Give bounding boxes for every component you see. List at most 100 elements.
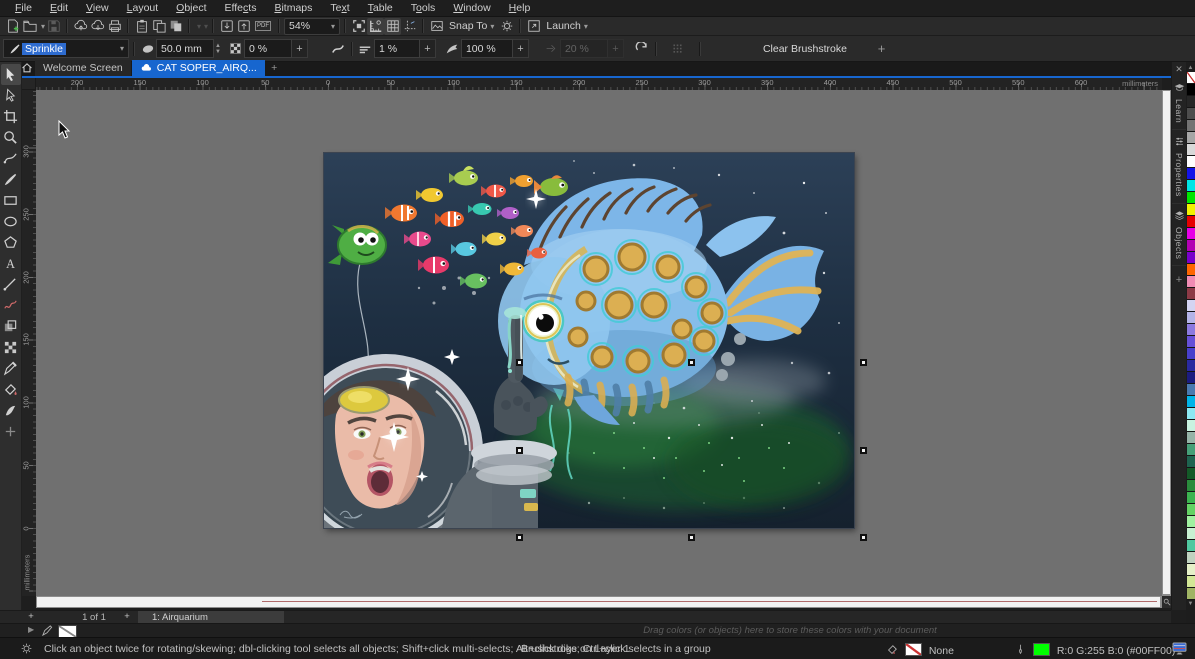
pick-tool[interactable] bbox=[1, 64, 21, 85]
horizontal-scrollbar[interactable] bbox=[36, 596, 1162, 608]
open-from-cloud-icon[interactable] bbox=[72, 18, 89, 35]
publish-to-pdf-icon[interactable]: PDF bbox=[252, 18, 274, 35]
docker-tab-learn[interactable]: Learn bbox=[1172, 76, 1186, 130]
polygon-tool[interactable] bbox=[1, 232, 21, 253]
color-swatch[interactable] bbox=[1187, 384, 1195, 396]
menu-bitmaps[interactable]: Bitmaps bbox=[265, 1, 321, 15]
status-gear-icon[interactable] bbox=[20, 642, 33, 658]
color-swatch[interactable] bbox=[1187, 108, 1195, 120]
drop-shadow-tool[interactable] bbox=[1, 316, 21, 337]
line-tool[interactable] bbox=[1, 274, 21, 295]
crop-tool[interactable] bbox=[1, 106, 21, 127]
menu-text[interactable]: Text bbox=[321, 1, 358, 15]
color-swatch[interactable] bbox=[1187, 180, 1195, 192]
fullscreen-preview-icon[interactable] bbox=[350, 18, 367, 35]
save-icon[interactable] bbox=[45, 18, 62, 35]
brush-transparency-field[interactable]: 0 % bbox=[244, 39, 292, 58]
menu-file[interactable]: File bbox=[6, 1, 41, 15]
color-swatch[interactable] bbox=[1187, 348, 1195, 360]
shape-tool[interactable] bbox=[1, 85, 21, 106]
menu-help[interactable]: Help bbox=[500, 1, 540, 15]
color-swatch[interactable] bbox=[1187, 372, 1195, 384]
ruler-origin-corner[interactable] bbox=[22, 78, 36, 90]
canvas-area[interactable] bbox=[36, 90, 1162, 596]
export-icon[interactable] bbox=[235, 18, 252, 35]
document-tab-1[interactable]: CAT SOPER_AIRQ... bbox=[132, 60, 265, 76]
color-swatch[interactable] bbox=[1187, 420, 1195, 432]
color-swatch[interactable] bbox=[1187, 564, 1195, 576]
zoom-corner-button[interactable] bbox=[1162, 596, 1171, 608]
vertical-ruler[interactable]: 300250200150100500millimeters bbox=[22, 90, 36, 596]
open-document-icon[interactable] bbox=[21, 18, 38, 35]
menu-layout[interactable]: Layout bbox=[118, 1, 168, 15]
text-tool[interactable]: A bbox=[1, 253, 21, 274]
new-tab-icon[interactable]: + bbox=[266, 60, 283, 76]
show-grid-icon[interactable] bbox=[384, 18, 401, 35]
ellipse-tool[interactable] bbox=[1, 211, 21, 232]
launch-dropdown[interactable]: Launch▾ bbox=[542, 18, 591, 34]
color-swatch[interactable] bbox=[1187, 84, 1195, 96]
selection-handle[interactable] bbox=[688, 534, 695, 541]
launch-icon[interactable] bbox=[525, 18, 542, 35]
document-tab-0[interactable]: Welcome Screen bbox=[35, 60, 131, 76]
color-swatch[interactable] bbox=[1187, 540, 1195, 552]
menu-view[interactable]: View bbox=[77, 1, 118, 15]
color-swatch[interactable] bbox=[1187, 228, 1195, 240]
save-to-cloud-icon[interactable] bbox=[89, 18, 106, 35]
menu-table[interactable]: Table bbox=[359, 1, 402, 15]
import-icon[interactable] bbox=[218, 18, 235, 35]
color-swatch[interactable] bbox=[1187, 300, 1195, 312]
fill-tool[interactable] bbox=[1, 379, 21, 400]
color-swatch[interactable] bbox=[1187, 312, 1195, 324]
color-swatch[interactable] bbox=[1187, 216, 1195, 228]
color-swatch[interactable] bbox=[1187, 264, 1195, 276]
palette-scroll-down[interactable]: ▼ bbox=[1188, 601, 1194, 607]
copy-icon[interactable] bbox=[150, 18, 167, 35]
selection-handle[interactable] bbox=[516, 359, 523, 366]
sketch-tool[interactable] bbox=[1, 295, 21, 316]
rectangle-tool[interactable] bbox=[1, 190, 21, 211]
add-page-button-2[interactable]: + bbox=[120, 611, 134, 622]
options-gear-icon[interactable] bbox=[498, 18, 515, 35]
color-swatch[interactable] bbox=[1187, 120, 1195, 132]
vertical-scrollbar[interactable] bbox=[1162, 90, 1171, 596]
add-brushstroke-icon[interactable]: + bbox=[873, 40, 890, 57]
selection-handle[interactable] bbox=[516, 447, 523, 454]
color-swatch[interactable] bbox=[1187, 276, 1195, 288]
eyedropper-tool[interactable] bbox=[1, 358, 21, 379]
color-swatch[interactable] bbox=[1187, 132, 1195, 144]
show-rulers-icon[interactable] bbox=[367, 18, 384, 35]
color-swatch[interactable] bbox=[1187, 588, 1195, 600]
color-swatch[interactable] bbox=[1187, 516, 1195, 528]
brushstroke-style-combo[interactable]: Sprinkle ▾ bbox=[3, 39, 129, 58]
selection-handle[interactable] bbox=[860, 359, 867, 366]
close-icon[interactable]: ✕ bbox=[1175, 62, 1183, 76]
nib-size-field[interactable]: 50.0 mm bbox=[156, 39, 214, 58]
color-swatch[interactable] bbox=[1187, 336, 1195, 348]
color-swatch[interactable] bbox=[1187, 468, 1195, 480]
smear-tool[interactable] bbox=[1, 400, 21, 421]
color-swatch[interactable] bbox=[1187, 168, 1195, 180]
color-swatch[interactable] bbox=[1187, 432, 1195, 444]
color-swatch[interactable] bbox=[1187, 96, 1195, 108]
color-swatch[interactable] bbox=[1187, 240, 1195, 252]
color-swatch[interactable] bbox=[1187, 192, 1195, 204]
transparency-tool[interactable] bbox=[1, 337, 21, 358]
color-swatch[interactable] bbox=[1187, 552, 1195, 564]
brush-rate-field[interactable]: 1 % bbox=[374, 39, 420, 58]
palette-expand-icon[interactable]: ▶ bbox=[28, 625, 34, 634]
color-swatch[interactable] bbox=[1187, 144, 1195, 156]
display-monitor-icon[interactable] bbox=[1172, 642, 1187, 658]
color-swatch[interactable] bbox=[1187, 288, 1195, 300]
horizontal-ruler[interactable]: 2001501005005010015020025030035040045050… bbox=[36, 78, 1162, 90]
image-adjust-icon[interactable] bbox=[428, 18, 445, 35]
color-swatch[interactable] bbox=[1187, 492, 1195, 504]
snap-to-dropdown[interactable]: Snap To▾ bbox=[445, 18, 498, 34]
reset-brushstroke-icon[interactable] bbox=[634, 40, 651, 57]
show-guidelines-icon[interactable] bbox=[401, 18, 418, 35]
color-swatch[interactable] bbox=[1187, 252, 1195, 264]
color-swatch[interactable] bbox=[1187, 576, 1195, 588]
stroke-smooth-icon[interactable] bbox=[330, 40, 347, 57]
artwork-image[interactable] bbox=[324, 153, 854, 528]
docker-tab-properties[interactable]: Properties bbox=[1172, 130, 1186, 204]
